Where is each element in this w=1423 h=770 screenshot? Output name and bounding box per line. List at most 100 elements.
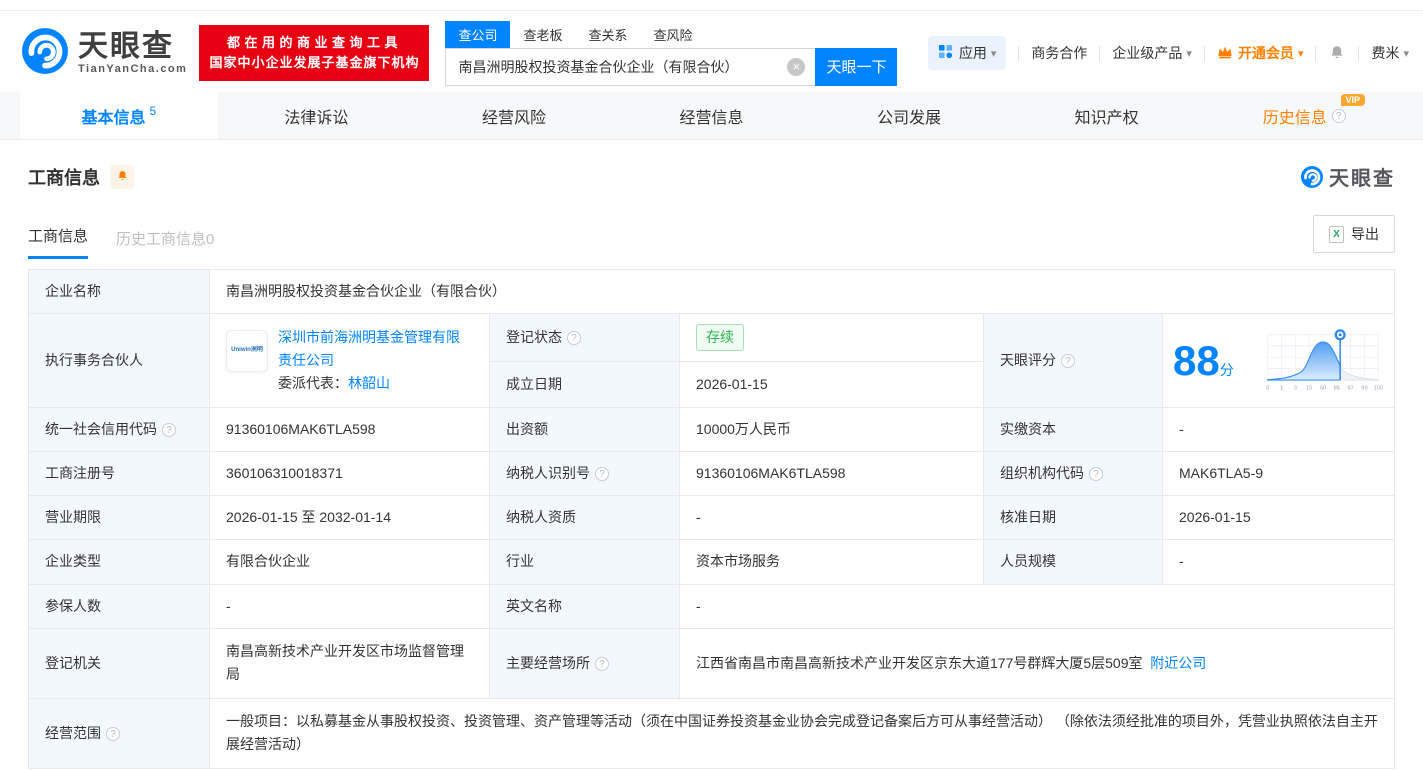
tab-legal-label: 法律诉讼: [284, 104, 348, 128]
clear-search-icon[interactable]: [787, 58, 805, 76]
taxpayer-quality-label: 纳税人资质: [490, 496, 680, 540]
paid-capital-label: 实缴资本: [984, 408, 1163, 452]
tab-legal[interactable]: 法律诉讼: [218, 92, 416, 139]
table-row: 经营范围 一般项目：以私募基金从事股权投资、投资管理、资产管理等活动（须在中国证…: [29, 698, 1395, 768]
apps-menu-label: 应用: [959, 43, 987, 63]
tianyancha-logo[interactable]: 天眼查 TianYanCha.com: [20, 26, 187, 81]
monitor-bell-icon[interactable]: [110, 165, 134, 189]
taxpayer-id-value: 91360106MAK6TLA598: [680, 452, 984, 496]
tab-history-info[interactable]: VIP 历史信息: [1205, 92, 1403, 139]
svg-text:100: 100: [1374, 385, 1384, 391]
header-separator: [1099, 46, 1100, 61]
notification-bell-icon[interactable]: [1328, 44, 1346, 62]
menu-cooperation[interactable]: 商务合作: [1031, 43, 1087, 63]
search-area: 查公司 查老板 查关系 查风险 天眼一下: [445, 21, 897, 86]
industry-value: 资本市场服务: [680, 540, 984, 584]
svg-text:50: 50: [1320, 385, 1326, 391]
score-unit: 分: [1220, 362, 1234, 378]
subtab-history-business-info[interactable]: 历史工商信息0: [116, 228, 214, 259]
user-menu[interactable]: 费米: [1371, 43, 1409, 63]
tab-company-development-label: 公司发展: [877, 104, 941, 128]
score-value: 88: [1173, 337, 1220, 384]
promo-banner: 都在用的商业查询工具 国家中小企业发展子基金旗下机构: [199, 25, 429, 81]
english-name-label: 英文名称: [490, 584, 680, 628]
svg-text:0: 0: [1266, 385, 1269, 391]
table-row: 工商注册号 360106310018371 纳税人识别号 91360106MAK…: [29, 452, 1395, 496]
industry-label: 行业: [490, 540, 680, 584]
menu-enterprise[interactable]: 企业级产品: [1112, 43, 1192, 63]
biz-term-label: 营业期限: [29, 496, 210, 540]
help-icon[interactable]: [595, 657, 609, 671]
company-name-label: 企业名称: [29, 270, 210, 314]
svg-text:1: 1: [1280, 385, 1283, 391]
search-button[interactable]: 天眼一下: [815, 48, 897, 86]
cooperation-label: 商务合作: [1031, 43, 1087, 63]
insured-count-label: 参保人数: [29, 584, 210, 628]
search-input[interactable]: [445, 48, 815, 86]
subtab-business-info[interactable]: 工商信息: [28, 225, 88, 259]
header-separator: [1018, 46, 1019, 61]
export-button[interactable]: 导出: [1313, 215, 1395, 253]
tab-operation-risk-label: 经营风险: [482, 104, 546, 128]
nearby-companies-link[interactable]: 附近公司: [1150, 655, 1206, 671]
tab-basic-info[interactable]: 基本信息 5: [20, 92, 218, 139]
partner-logo-text: Uniwin洲明: [231, 346, 263, 356]
promo-line2: 国家中小企业发展子基金旗下机构: [209, 53, 419, 73]
scope-value: 一般项目：以私募基金从事股权投资、投资管理、资产管理等活动（须在中国证券投资基金…: [210, 698, 1395, 768]
help-icon[interactable]: [1332, 109, 1346, 123]
partner-company-link[interactable]: 深圳市前海洲明基金管理有限责任公司: [278, 329, 460, 368]
taxpayer-id-label-text: 纳税人识别号: [506, 465, 590, 481]
table-row: 执行事务合伙人 Uniwin洲明 深圳市前海洲明基金管理有限责任公司 委派代表：…: [29, 314, 1395, 362]
help-icon[interactable]: [595, 467, 609, 481]
menu-vip[interactable]: 开通会员: [1217, 43, 1304, 63]
address-value: 江西省南昌市南昌高新技术产业开发区京东大道177号群辉大厦5层509室 附近公司: [680, 628, 1395, 698]
scope-label: 经营范围: [29, 698, 210, 768]
tab-intellectual-property[interactable]: 知识产权: [1008, 92, 1206, 139]
help-icon[interactable]: [162, 423, 176, 437]
help-icon[interactable]: [106, 727, 120, 741]
taxpayer-id-label: 纳税人识别号: [490, 452, 680, 496]
table-row: 营业期限 2026-01-15 至 2032-01-14 纳税人资质 - 核准日…: [29, 496, 1395, 540]
search-tab-boss[interactable]: 查老板: [510, 21, 575, 48]
insured-count-value: -: [210, 584, 490, 628]
tianyancha-logo-icon: [20, 26, 70, 81]
address-label-text: 主要经营场所: [506, 655, 590, 671]
svg-text:97: 97: [1347, 385, 1353, 391]
partner-logo[interactable]: Uniwin洲明: [226, 330, 268, 372]
tab-basic-info-label: 基本信息: [81, 104, 145, 128]
search-tab-relation[interactable]: 查关系: [575, 21, 640, 48]
address-text: 江西省南昌市南昌高新技术产业开发区京东大道177号群辉大厦5层509室: [696, 655, 1143, 671]
rep-name-link[interactable]: 林韶山: [348, 375, 390, 391]
svg-text:85: 85: [1334, 385, 1340, 391]
reg-number-value: 360106310018371: [210, 452, 490, 496]
tab-history-info-label: 历史信息: [1263, 104, 1327, 128]
english-name-value: -: [680, 584, 1395, 628]
apps-menu[interactable]: 应用: [928, 36, 1007, 70]
score-cell: 88分: [1163, 314, 1395, 408]
tab-operation-risk[interactable]: 经营风险: [415, 92, 613, 139]
logo-domain: TianYanCha.com: [78, 63, 187, 75]
search-tab-company[interactable]: 查公司: [445, 21, 510, 48]
score-label: 天眼评分: [984, 314, 1163, 408]
svg-text:99: 99: [1361, 385, 1367, 391]
table-row: 登记机关 南昌高新技术产业开发区市场监督管理局 主要经营场所 江西省南昌市南昌高…: [29, 628, 1395, 698]
help-icon[interactable]: [1061, 354, 1075, 368]
help-icon[interactable]: [567, 331, 581, 345]
tab-operation-info[interactable]: 经营信息: [613, 92, 811, 139]
tab-company-development[interactable]: 公司发展: [810, 92, 1008, 139]
svg-text:15: 15: [1306, 385, 1312, 391]
help-icon[interactable]: [1089, 467, 1103, 481]
header-separator: [1315, 46, 1316, 61]
tab-operation-info-label: 经营信息: [680, 104, 744, 128]
score-distribution-chart: 0 1 3 15 50 85 97 99 100: [1262, 325, 1384, 397]
search-tabs: 查公司 查老板 查关系 查风险: [445, 21, 897, 48]
reg-authority-value: 南昌高新技术产业开发区市场监督管理局: [210, 628, 490, 698]
search-tab-risk[interactable]: 查风险: [641, 21, 706, 48]
company-type-label: 企业类型: [29, 540, 210, 584]
section-title: 工商信息: [28, 164, 100, 190]
header-menu: 应用 商务合作 企业级产品 开通会员 费米: [928, 36, 1409, 70]
export-label: 导出: [1351, 224, 1379, 244]
header-separator: [1204, 46, 1205, 61]
table-row: 统一社会信用代码 91360106MAK6TLA598 出资额 10000万人民…: [29, 408, 1395, 452]
table-row: 参保人数 - 英文名称 -: [29, 584, 1395, 628]
